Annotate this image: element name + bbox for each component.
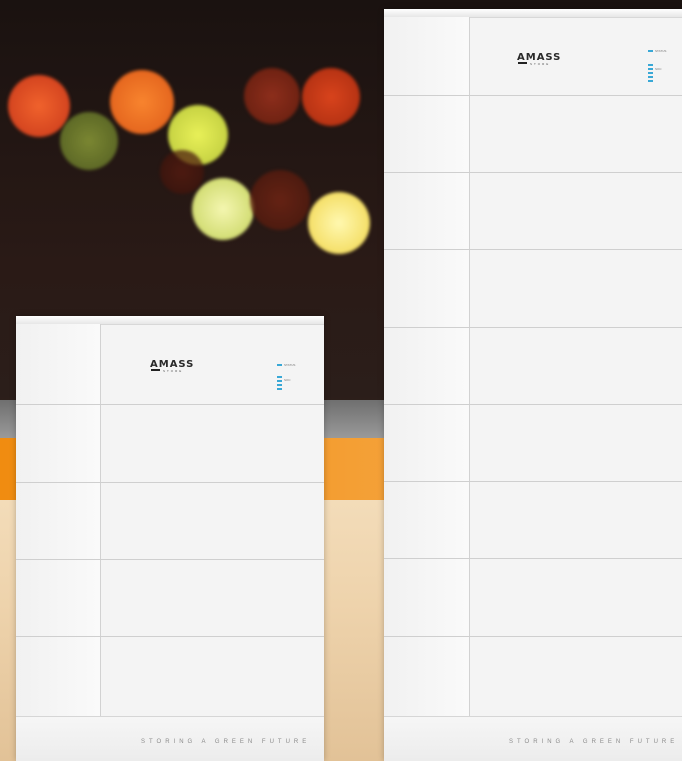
unit-side-column: [384, 17, 470, 717]
bokeh-light-orange: [110, 70, 174, 134]
bokeh-light-green: [60, 112, 118, 170]
bokeh-light-pale-yellow: [192, 178, 254, 240]
module-divider: [16, 404, 324, 405]
level-label: SOC: [284, 378, 291, 382]
module-divider: [384, 636, 682, 637]
bokeh-light-dim-red: [244, 68, 300, 124]
module-divider: [384, 558, 682, 559]
level-led: [277, 388, 282, 390]
level-led: [648, 80, 653, 82]
level-led: [277, 380, 282, 382]
small-battery-unit: AMASS STORE STATUS SOC STORING A GREEN F…: [16, 316, 324, 761]
unit-side-column: [16, 324, 101, 717]
bokeh-light-yellow: [308, 192, 370, 254]
bokeh-light-red-right: [302, 68, 360, 126]
bokeh-light-faint-red: [250, 170, 310, 230]
unit-slogan: STORING A GREEN FUTURE: [509, 739, 679, 745]
module-divider: [384, 95, 682, 96]
tall-battery-unit: AMASS STORE STATUS SOC STORING A GREEN F…: [384, 9, 682, 761]
module-divider: [384, 172, 682, 173]
bokeh-light-faint-red-2: [160, 150, 204, 194]
module-divider: [16, 559, 324, 560]
level-led: [277, 384, 282, 386]
brand-logo-sub: STORE: [530, 62, 551, 66]
level-led: [648, 76, 653, 78]
module-divider: [384, 404, 682, 405]
unit-slogan: STORING A GREEN FUTURE: [141, 739, 311, 745]
brand-logo-sub: STORE: [163, 369, 184, 373]
status-led: [648, 50, 653, 52]
status-label: STATUS: [655, 49, 667, 53]
module-divider: [16, 482, 324, 483]
module-divider: [384, 249, 682, 250]
status-label: STATUS: [284, 363, 296, 367]
level-led: [648, 72, 653, 74]
module-divider: [384, 327, 682, 328]
level-led: [277, 376, 282, 378]
bokeh-light-red: [8, 75, 70, 137]
module-divider: [384, 481, 682, 482]
status-led: [277, 364, 282, 366]
module-divider: [16, 636, 324, 637]
level-label: SOC: [655, 67, 662, 71]
photo-scene: AMASS STORE STATUS SOC STORING A GREEN F…: [0, 0, 682, 761]
level-led: [648, 64, 653, 66]
level-led: [648, 68, 653, 70]
